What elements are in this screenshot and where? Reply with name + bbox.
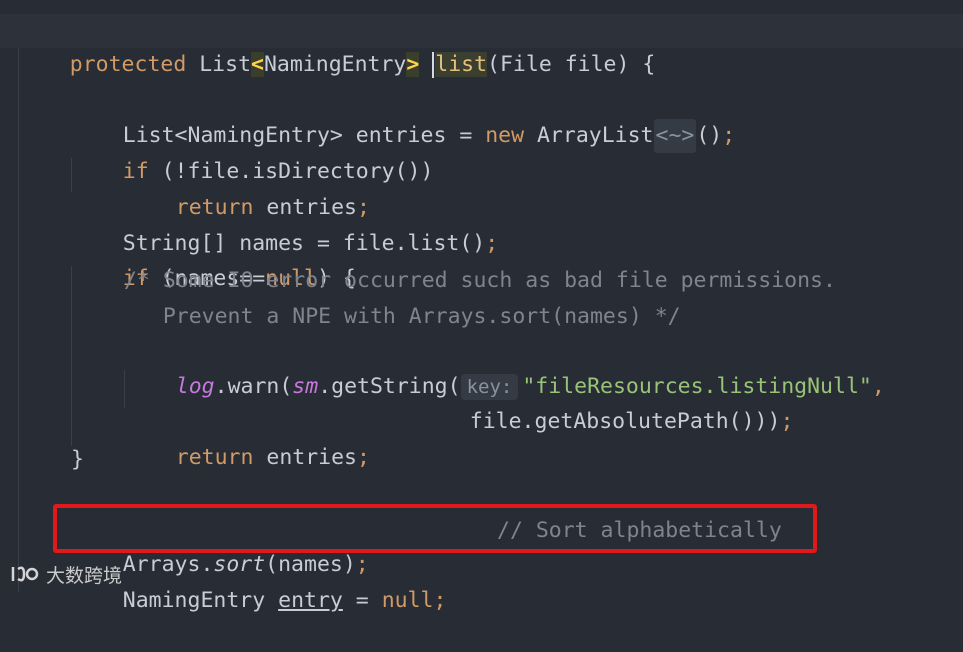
- code-line-log-warn[interactable]: log.warn(sm.getString(key: "fileResources…: [124, 336, 885, 400]
- constructor-name: ArrayList: [524, 123, 654, 148]
- code-editor[interactable]: protected List<NamingEntry> list(File fi…: [0, 0, 963, 613]
- keyword-return: return: [175, 445, 254, 470]
- semicolon: ;: [485, 231, 499, 256]
- return-value: entries: [253, 445, 358, 470]
- absolute-path-call: file.getAbsolutePath())): [469, 409, 781, 434]
- code-comment-line-2[interactable]: Prevent a NPE with Arrays.sort(names) */: [124, 300, 681, 334]
- code-line-close-brace[interactable]: }: [71, 443, 84, 477]
- highlight-box: [53, 504, 817, 553]
- semicolon: ;: [357, 445, 370, 470]
- semicolon: ;: [722, 123, 736, 148]
- watermark-text: 大数跨境: [46, 564, 123, 587]
- code-line-if-directory[interactable]: if (!file.isDirectory()): [71, 121, 434, 184]
- keyword-new: new: [485, 123, 525, 148]
- code-line-if-null[interactable]: if (names==null) {: [71, 228, 356, 291]
- keyword-protected: protected: [69, 52, 187, 77]
- code-comment-line-1[interactable]: /* Some IO error occurred such as bad fi…: [124, 264, 836, 298]
- field-sm: sm: [292, 374, 319, 399]
- code-line-return-entries[interactable]: return entries;: [124, 157, 370, 220]
- code-line-return-entries-2[interactable]: return entries;: [124, 407, 370, 470]
- warn-call: .warn(: [214, 374, 293, 399]
- code-line-signature[interactable]: protected List<NamingEntry> list(File fi…: [18, 14, 655, 78]
- code-line-entries[interactable]: List<NamingEntry> entries = new ArrayLis…: [71, 85, 735, 153]
- watermark-logo-icon: [11, 566, 39, 582]
- diamond-fold[interactable]: <~>: [653, 119, 697, 153]
- generic-type: NamingEntry: [263, 52, 407, 77]
- code-line-absolute-path[interactable]: file.getAbsolutePath()));: [418, 371, 794, 434]
- semicolon: ;: [780, 409, 794, 434]
- comma: ,: [871, 374, 885, 399]
- code-line-entry[interactable]: NamingEntry entry = null;: [71, 550, 447, 613]
- watermark: 大数跨境: [10, 560, 122, 588]
- method-name: list: [435, 52, 488, 77]
- generic-close-bracket: >: [406, 52, 420, 77]
- return-type: List: [199, 52, 252, 77]
- field-log: log: [175, 374, 215, 399]
- indent-guide: [18, 48, 19, 592]
- constructor-call: (): [696, 123, 723, 148]
- code-line-names[interactable]: String[] names = file.list();: [71, 193, 498, 256]
- method-params: (File file) {: [487, 52, 656, 77]
- generic-open-bracket: <: [251, 52, 264, 77]
- text-cursor: [432, 52, 435, 78]
